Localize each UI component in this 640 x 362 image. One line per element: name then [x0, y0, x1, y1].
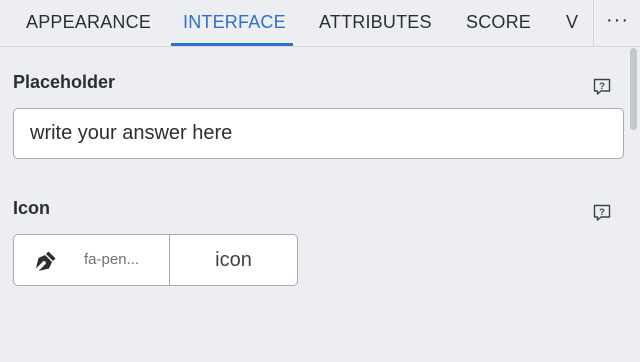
icon-selector: fa-pen... icon: [13, 234, 298, 286]
tab-bar: APPEARANCE INTERFACE ATTRIBUTES SCORE V …: [0, 0, 640, 47]
placeholder-input[interactable]: [13, 108, 624, 159]
active-tab-indicator: [171, 43, 293, 46]
help-bubble-icon[interactable]: ?: [592, 77, 612, 97]
icon-picker-button[interactable]: fa-pen...: [14, 235, 170, 285]
svg-text:?: ?: [599, 81, 605, 92]
tab-truncated[interactable]: V: [566, 0, 578, 46]
selected-icon-name: fa-pen...: [84, 251, 140, 268]
tab-attributes[interactable]: ATTRIBUTES: [319, 0, 432, 46]
icon-label: Icon: [13, 198, 51, 218]
scrollbar[interactable]: [630, 46, 638, 362]
tab-score[interactable]: SCORE: [466, 0, 531, 46]
placeholder-label: Placeholder: [13, 72, 116, 92]
more-tabs-button[interactable]: ···: [593, 0, 640, 46]
scrollbar-thumb[interactable]: [630, 48, 637, 130]
help-bubble-icon[interactable]: ?: [592, 203, 612, 223]
tab-interface[interactable]: INTERFACE: [183, 0, 286, 46]
svg-text:?: ?: [599, 207, 605, 218]
icon-type-button[interactable]: icon: [170, 235, 297, 285]
tab-appearance[interactable]: APPEARANCE: [26, 0, 151, 46]
pen-nib-icon: [34, 249, 58, 273]
